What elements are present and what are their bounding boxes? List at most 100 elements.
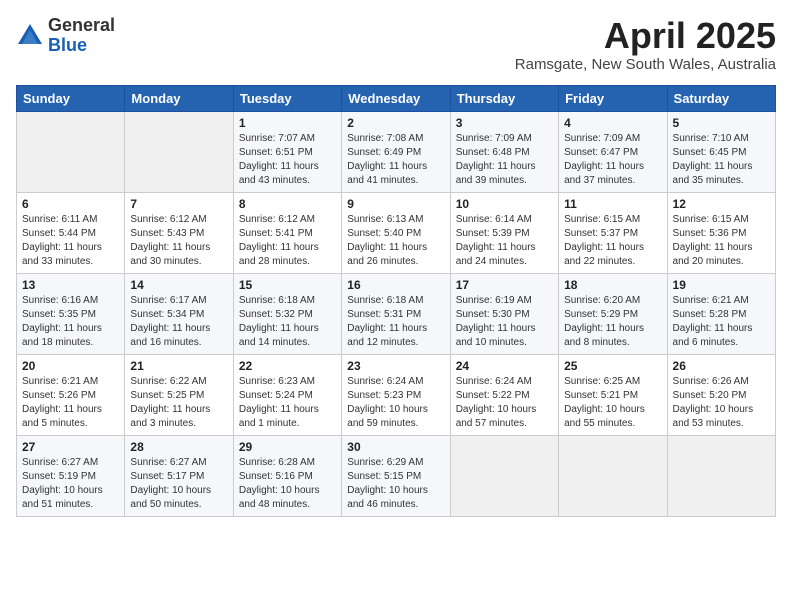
calendar-cell: 1 Sunrise: 7:07 AM Sunset: 6:51 PM Daylig… (233, 111, 341, 192)
calendar-header-row: SundayMondayTuesdayWednesdayThursdayFrid… (17, 85, 776, 111)
day-info: Sunrise: 6:17 AM Sunset: 5:34 PM Dayligh… (130, 294, 227, 350)
day-number: 23 (347, 359, 444, 373)
day-header-saturday: Saturday (667, 85, 775, 111)
day-info: Sunrise: 7:08 AM Sunset: 6:49 PM Dayligh… (347, 132, 444, 188)
calendar-cell: 24 Sunrise: 6:24 AM Sunset: 5:22 PM Dayli… (450, 354, 558, 435)
logo-general-text: General (48, 16, 115, 36)
day-info: Sunrise: 6:12 AM Sunset: 5:41 PM Dayligh… (239, 213, 336, 269)
day-number: 6 (22, 197, 119, 211)
day-info: Sunrise: 6:21 AM Sunset: 5:26 PM Dayligh… (22, 375, 119, 431)
calendar-cell: 14 Sunrise: 6:17 AM Sunset: 5:34 PM Dayli… (125, 273, 233, 354)
day-info: Sunrise: 6:11 AM Sunset: 5:44 PM Dayligh… (22, 213, 119, 269)
day-number: 4 (564, 116, 661, 130)
day-info: Sunrise: 7:10 AM Sunset: 6:45 PM Dayligh… (673, 132, 770, 188)
calendar-cell: 18Sunrise: 6:20 AM Sunset: 5:29 PM Dayli… (559, 273, 667, 354)
day-number: 29 (239, 440, 336, 454)
calendar-week-row: 13Sunrise: 6:16 AM Sunset: 5:35 PM Dayli… (17, 273, 776, 354)
day-info: Sunrise: 6:20 AM Sunset: 5:29 PM Dayligh… (564, 294, 661, 350)
calendar-cell: 8 Sunrise: 6:12 AM Sunset: 5:41 PM Daylig… (233, 192, 341, 273)
calendar-cell (667, 435, 775, 516)
calendar-week-row: 27 Sunrise: 6:27 AM Sunset: 5:19 PM Dayli… (17, 435, 776, 516)
day-info: Sunrise: 6:18 AM Sunset: 5:31 PM Dayligh… (347, 294, 444, 350)
logo-blue-text: Blue (48, 36, 115, 56)
day-info: Sunrise: 6:28 AM Sunset: 5:16 PM Dayligh… (239, 456, 336, 512)
calendar-cell: 3 Sunrise: 7:09 AM Sunset: 6:48 PM Daylig… (450, 111, 558, 192)
day-number: 14 (130, 278, 227, 292)
calendar-cell: 2 Sunrise: 7:08 AM Sunset: 6:49 PM Daylig… (342, 111, 450, 192)
day-info: Sunrise: 6:21 AM Sunset: 5:28 PM Dayligh… (673, 294, 770, 350)
day-number: 25 (564, 359, 661, 373)
calendar-cell: 29 Sunrise: 6:28 AM Sunset: 5:16 PM Dayli… (233, 435, 341, 516)
day-number: 7 (130, 197, 227, 211)
day-info: Sunrise: 6:23 AM Sunset: 5:24 PM Dayligh… (239, 375, 336, 431)
location-text: Ramsgate, New South Wales, Australia (515, 56, 776, 73)
day-number: 12 (673, 197, 770, 211)
day-info: Sunrise: 7:09 AM Sunset: 6:48 PM Dayligh… (456, 132, 553, 188)
day-info: Sunrise: 6:15 AM Sunset: 5:36 PM Dayligh… (673, 213, 770, 269)
title-block: April 2025 Ramsgate, New South Wales, Au… (515, 16, 776, 73)
day-header-thursday: Thursday (450, 85, 558, 111)
logo: General Blue (16, 16, 115, 56)
day-header-sunday: Sunday (17, 85, 125, 111)
day-number: 26 (673, 359, 770, 373)
day-number: 5 (673, 116, 770, 130)
day-info: Sunrise: 6:14 AM Sunset: 5:39 PM Dayligh… (456, 213, 553, 269)
day-number: 8 (239, 197, 336, 211)
day-number: 24 (456, 359, 553, 373)
calendar-cell: 7Sunrise: 6:12 AM Sunset: 5:43 PM Daylig… (125, 192, 233, 273)
day-number: 20 (22, 359, 119, 373)
day-info: Sunrise: 6:26 AM Sunset: 5:20 PM Dayligh… (673, 375, 770, 431)
calendar-cell: 10Sunrise: 6:14 AM Sunset: 5:39 PM Dayli… (450, 192, 558, 273)
calendar-cell: 6 Sunrise: 6:11 AM Sunset: 5:44 PM Daylig… (17, 192, 125, 273)
day-number: 27 (22, 440, 119, 454)
day-info: Sunrise: 6:22 AM Sunset: 5:25 PM Dayligh… (130, 375, 227, 431)
calendar-cell: 21 Sunrise: 6:22 AM Sunset: 5:25 PM Dayli… (125, 354, 233, 435)
day-info: Sunrise: 6:25 AM Sunset: 5:21 PM Dayligh… (564, 375, 661, 431)
day-info: Sunrise: 7:07 AM Sunset: 6:51 PM Dayligh… (239, 132, 336, 188)
page-header: General Blue April 2025 Ramsgate, New So… (16, 16, 776, 73)
day-header-monday: Monday (125, 85, 233, 111)
calendar-week-row: 20 Sunrise: 6:21 AM Sunset: 5:26 PM Dayli… (17, 354, 776, 435)
calendar-cell: 20 Sunrise: 6:21 AM Sunset: 5:26 PM Dayli… (17, 354, 125, 435)
calendar-cell: 23 Sunrise: 6:24 AM Sunset: 5:23 PM Dayli… (342, 354, 450, 435)
day-number: 1 (239, 116, 336, 130)
calendar-cell: 30 Sunrise: 6:29 AM Sunset: 5:15 PM Dayli… (342, 435, 450, 516)
day-number: 2 (347, 116, 444, 130)
calendar-cell: 9 Sunrise: 6:13 AM Sunset: 5:40 PM Daylig… (342, 192, 450, 273)
day-number: 3 (456, 116, 553, 130)
day-number: 9 (347, 197, 444, 211)
day-number: 19 (673, 278, 770, 292)
day-number: 17 (456, 278, 553, 292)
day-info: Sunrise: 6:27 AM Sunset: 5:17 PM Dayligh… (130, 456, 227, 512)
day-number: 15 (239, 278, 336, 292)
day-info: Sunrise: 6:27 AM Sunset: 5:19 PM Dayligh… (22, 456, 119, 512)
day-info: Sunrise: 6:24 AM Sunset: 5:23 PM Dayligh… (347, 375, 444, 431)
day-info: Sunrise: 7:09 AM Sunset: 6:47 PM Dayligh… (564, 132, 661, 188)
calendar-cell: 17 Sunrise: 6:19 AM Sunset: 5:30 PM Dayli… (450, 273, 558, 354)
calendar-cell: 11Sunrise: 6:15 AM Sunset: 5:37 PM Dayli… (559, 192, 667, 273)
day-header-friday: Friday (559, 85, 667, 111)
logo-text: General Blue (48, 16, 115, 56)
calendar-cell: 19 Sunrise: 6:21 AM Sunset: 5:28 PM Dayli… (667, 273, 775, 354)
day-info: Sunrise: 6:13 AM Sunset: 5:40 PM Dayligh… (347, 213, 444, 269)
day-number: 16 (347, 278, 444, 292)
calendar-cell (17, 111, 125, 192)
calendar-cell (450, 435, 558, 516)
calendar-cell: 12 Sunrise: 6:15 AM Sunset: 5:36 PM Dayli… (667, 192, 775, 273)
calendar-cell (125, 111, 233, 192)
day-number: 22 (239, 359, 336, 373)
day-number: 30 (347, 440, 444, 454)
day-info: Sunrise: 6:19 AM Sunset: 5:30 PM Dayligh… (456, 294, 553, 350)
calendar-cell (559, 435, 667, 516)
day-number: 21 (130, 359, 227, 373)
day-number: 13 (22, 278, 119, 292)
calendar-cell: 22 Sunrise: 6:23 AM Sunset: 5:24 PM Dayli… (233, 354, 341, 435)
day-info: Sunrise: 6:29 AM Sunset: 5:15 PM Dayligh… (347, 456, 444, 512)
day-number: 28 (130, 440, 227, 454)
day-info: Sunrise: 6:24 AM Sunset: 5:22 PM Dayligh… (456, 375, 553, 431)
day-info: Sunrise: 6:18 AM Sunset: 5:32 PM Dayligh… (239, 294, 336, 350)
day-info: Sunrise: 6:15 AM Sunset: 5:37 PM Dayligh… (564, 213, 661, 269)
day-header-wednesday: Wednesday (342, 85, 450, 111)
calendar-cell: 27 Sunrise: 6:27 AM Sunset: 5:19 PM Dayli… (17, 435, 125, 516)
calendar-cell: 25 Sunrise: 6:25 AM Sunset: 5:21 PM Dayli… (559, 354, 667, 435)
